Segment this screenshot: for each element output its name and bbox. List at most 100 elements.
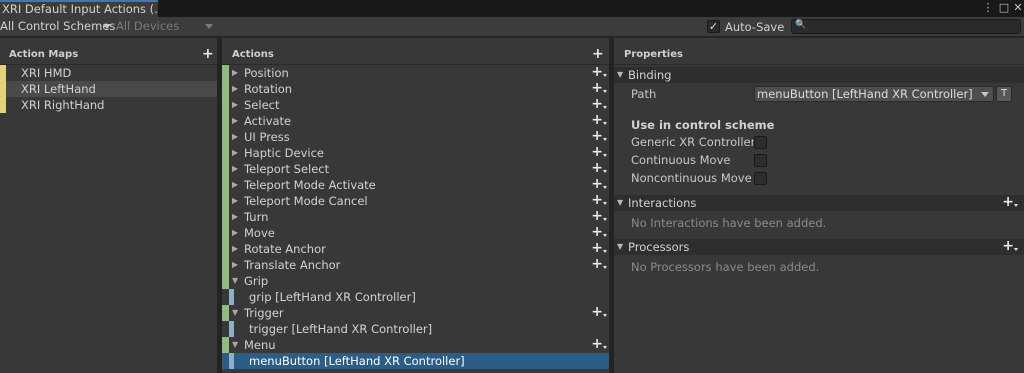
action-marker xyxy=(222,209,229,225)
action-item[interactable]: ▶ Rotation + xyxy=(222,80,609,97)
add-binding-button[interactable]: + xyxy=(591,192,607,208)
properties-title: Properties xyxy=(624,49,683,60)
action-maps-panel: Action Maps + XRI HMD XRI LeftHand XRI R… xyxy=(0,38,217,373)
add-binding-button[interactable]: + xyxy=(591,144,607,160)
control-schemes-dropdown[interactable]: All Control Schemes xyxy=(0,19,115,35)
add-processor-button[interactable]: + xyxy=(1002,238,1018,254)
collapse-triangle-icon[interactable]: ▼ xyxy=(232,305,238,321)
toolbar: All Control Schemes All Devices ✓ Auto-S… xyxy=(0,17,1024,37)
action-item[interactable]: ▶ Translate Anchor + xyxy=(222,256,609,273)
action-item[interactable]: ▶ Haptic Device + xyxy=(222,144,609,161)
scheme-checkbox[interactable] xyxy=(754,136,767,149)
scheme-checkbox[interactable] xyxy=(754,154,767,167)
binding-label: trigger [LeftHand XR Controller] xyxy=(249,322,433,336)
close-icon[interactable]: ✕ xyxy=(1010,0,1024,17)
expand-triangle-icon[interactable]: ▶ xyxy=(232,241,238,257)
action-item[interactable]: ▶ Teleport Mode Cancel + xyxy=(222,192,609,209)
action-marker xyxy=(222,177,229,193)
binding-marker xyxy=(229,289,234,305)
add-binding-button[interactable]: + xyxy=(591,64,607,80)
expand-triangle-icon[interactable]: ▶ xyxy=(232,257,238,273)
action-marker xyxy=(222,65,229,81)
binding-item[interactable]: grip [LeftHand XR Controller] xyxy=(222,289,609,305)
collapse-triangle-icon[interactable]: ▼ xyxy=(232,273,238,289)
action-label: Select xyxy=(244,98,280,112)
path-dropdown[interactable]: menuButton [LeftHand XR Controller] xyxy=(754,86,994,102)
action-item[interactable]: ▼ Grip xyxy=(222,273,609,289)
search-icon: 🔍 xyxy=(795,20,807,30)
action-item[interactable]: ▶ Teleport Select + xyxy=(222,160,609,177)
add-binding-button[interactable]: + xyxy=(591,96,607,112)
text-mode-button[interactable]: T xyxy=(996,86,1012,102)
processors-empty-message: No Processors have been added. xyxy=(631,260,820,274)
scheme-checkbox[interactable] xyxy=(754,172,767,185)
expand-triangle-icon[interactable]: ▶ xyxy=(232,209,238,225)
kebab-menu-icon[interactable]: ⋮ xyxy=(980,0,996,17)
action-label: Activate xyxy=(244,114,292,128)
add-binding-button[interactable]: + xyxy=(591,176,607,192)
action-label: Teleport Select xyxy=(244,162,330,176)
action-marker xyxy=(222,273,229,289)
devices-dropdown[interactable]: All Devices xyxy=(116,19,216,35)
action-label: Rotate Anchor xyxy=(244,242,326,256)
collapse-triangle-icon[interactable]: ▼ xyxy=(232,337,238,353)
action-item[interactable]: ▶ UI Press + xyxy=(222,128,609,145)
add-action-button[interactable]: + xyxy=(592,46,604,62)
action-item[interactable]: ▶ Turn + xyxy=(222,208,609,225)
action-map-item[interactable]: XRI LeftHand xyxy=(0,81,217,97)
action-item[interactable]: ▶ Move + xyxy=(222,224,609,241)
action-marker xyxy=(222,161,229,177)
expand-triangle-icon[interactable]: ▶ xyxy=(232,97,238,113)
action-label: Position xyxy=(244,66,289,80)
action-map-item[interactable]: XRI RightHand xyxy=(0,97,217,113)
window-title-bar: XRI Default Input Actions (... ⋮ □ ✕ xyxy=(0,0,1024,17)
binding-item[interactable]: trigger [LeftHand XR Controller] xyxy=(222,321,609,337)
action-map-label: XRI HMD xyxy=(21,66,72,80)
add-binding-button[interactable]: + xyxy=(591,208,607,224)
add-action-map-button[interactable]: + xyxy=(202,46,214,62)
add-binding-button[interactable]: + xyxy=(591,224,607,240)
action-item[interactable]: ▶ Rotate Anchor + xyxy=(222,240,609,257)
scheme-label: Continuous Move xyxy=(631,153,731,167)
expand-triangle-icon[interactable]: ▶ xyxy=(232,177,238,193)
action-item[interactable]: ▼ Trigger + xyxy=(222,304,609,321)
binding-section-header[interactable]: ▼ Binding xyxy=(614,67,1024,83)
action-label: Haptic Device xyxy=(244,146,325,160)
add-binding-button[interactable]: + xyxy=(591,160,607,176)
action-item[interactable]: ▶ Select + xyxy=(222,96,609,113)
action-item[interactable]: ▶ Position + xyxy=(222,64,609,81)
action-label: Teleport Mode Activate xyxy=(244,178,376,192)
window-tab[interactable]: XRI Default Input Actions (... xyxy=(0,0,158,17)
search-input[interactable]: 🔍 xyxy=(791,19,1021,34)
expand-triangle-icon[interactable]: ▶ xyxy=(232,225,238,241)
interactions-section-header[interactable]: ▼ Interactions + xyxy=(614,194,1024,211)
add-binding-button[interactable]: + xyxy=(591,128,607,144)
action-label: Menu xyxy=(244,338,276,352)
expand-triangle-icon[interactable]: ▶ xyxy=(232,193,238,209)
add-interaction-button[interactable]: + xyxy=(1002,194,1018,210)
expand-triangle-icon[interactable]: ▶ xyxy=(232,65,238,81)
expand-triangle-icon[interactable]: ▶ xyxy=(232,129,238,145)
action-item[interactable]: ▶ Activate + xyxy=(222,112,609,129)
collapse-triangle-icon: ▼ xyxy=(617,242,624,251)
add-binding-button[interactable]: + xyxy=(591,336,607,352)
expand-triangle-icon[interactable]: ▶ xyxy=(232,113,238,129)
action-maps-title: Action Maps xyxy=(9,49,79,60)
processors-section-label: Processors xyxy=(628,240,690,254)
add-binding-button[interactable]: + xyxy=(591,256,607,272)
action-item[interactable]: ▼ Menu + xyxy=(222,336,609,353)
expand-triangle-icon[interactable]: ▶ xyxy=(232,81,238,97)
add-binding-button[interactable]: + xyxy=(591,112,607,128)
expand-triangle-icon[interactable]: ▶ xyxy=(232,161,238,177)
processors-section-header[interactable]: ▼ Processors + xyxy=(614,238,1024,255)
binding-item[interactable]: menuButton [LeftHand XR Controller] xyxy=(222,353,609,369)
add-binding-button[interactable]: + xyxy=(591,240,607,256)
action-map-item[interactable]: XRI HMD xyxy=(0,65,217,81)
add-binding-button[interactable]: + xyxy=(591,304,607,320)
expand-triangle-icon[interactable]: ▶ xyxy=(232,145,238,161)
path-label: Path xyxy=(631,87,657,101)
add-binding-button[interactable]: + xyxy=(591,80,607,96)
action-item[interactable]: ▶ Teleport Mode Activate + xyxy=(222,176,609,193)
autosave-checkbox[interactable]: ✓ xyxy=(707,20,720,33)
action-marker xyxy=(222,81,229,97)
